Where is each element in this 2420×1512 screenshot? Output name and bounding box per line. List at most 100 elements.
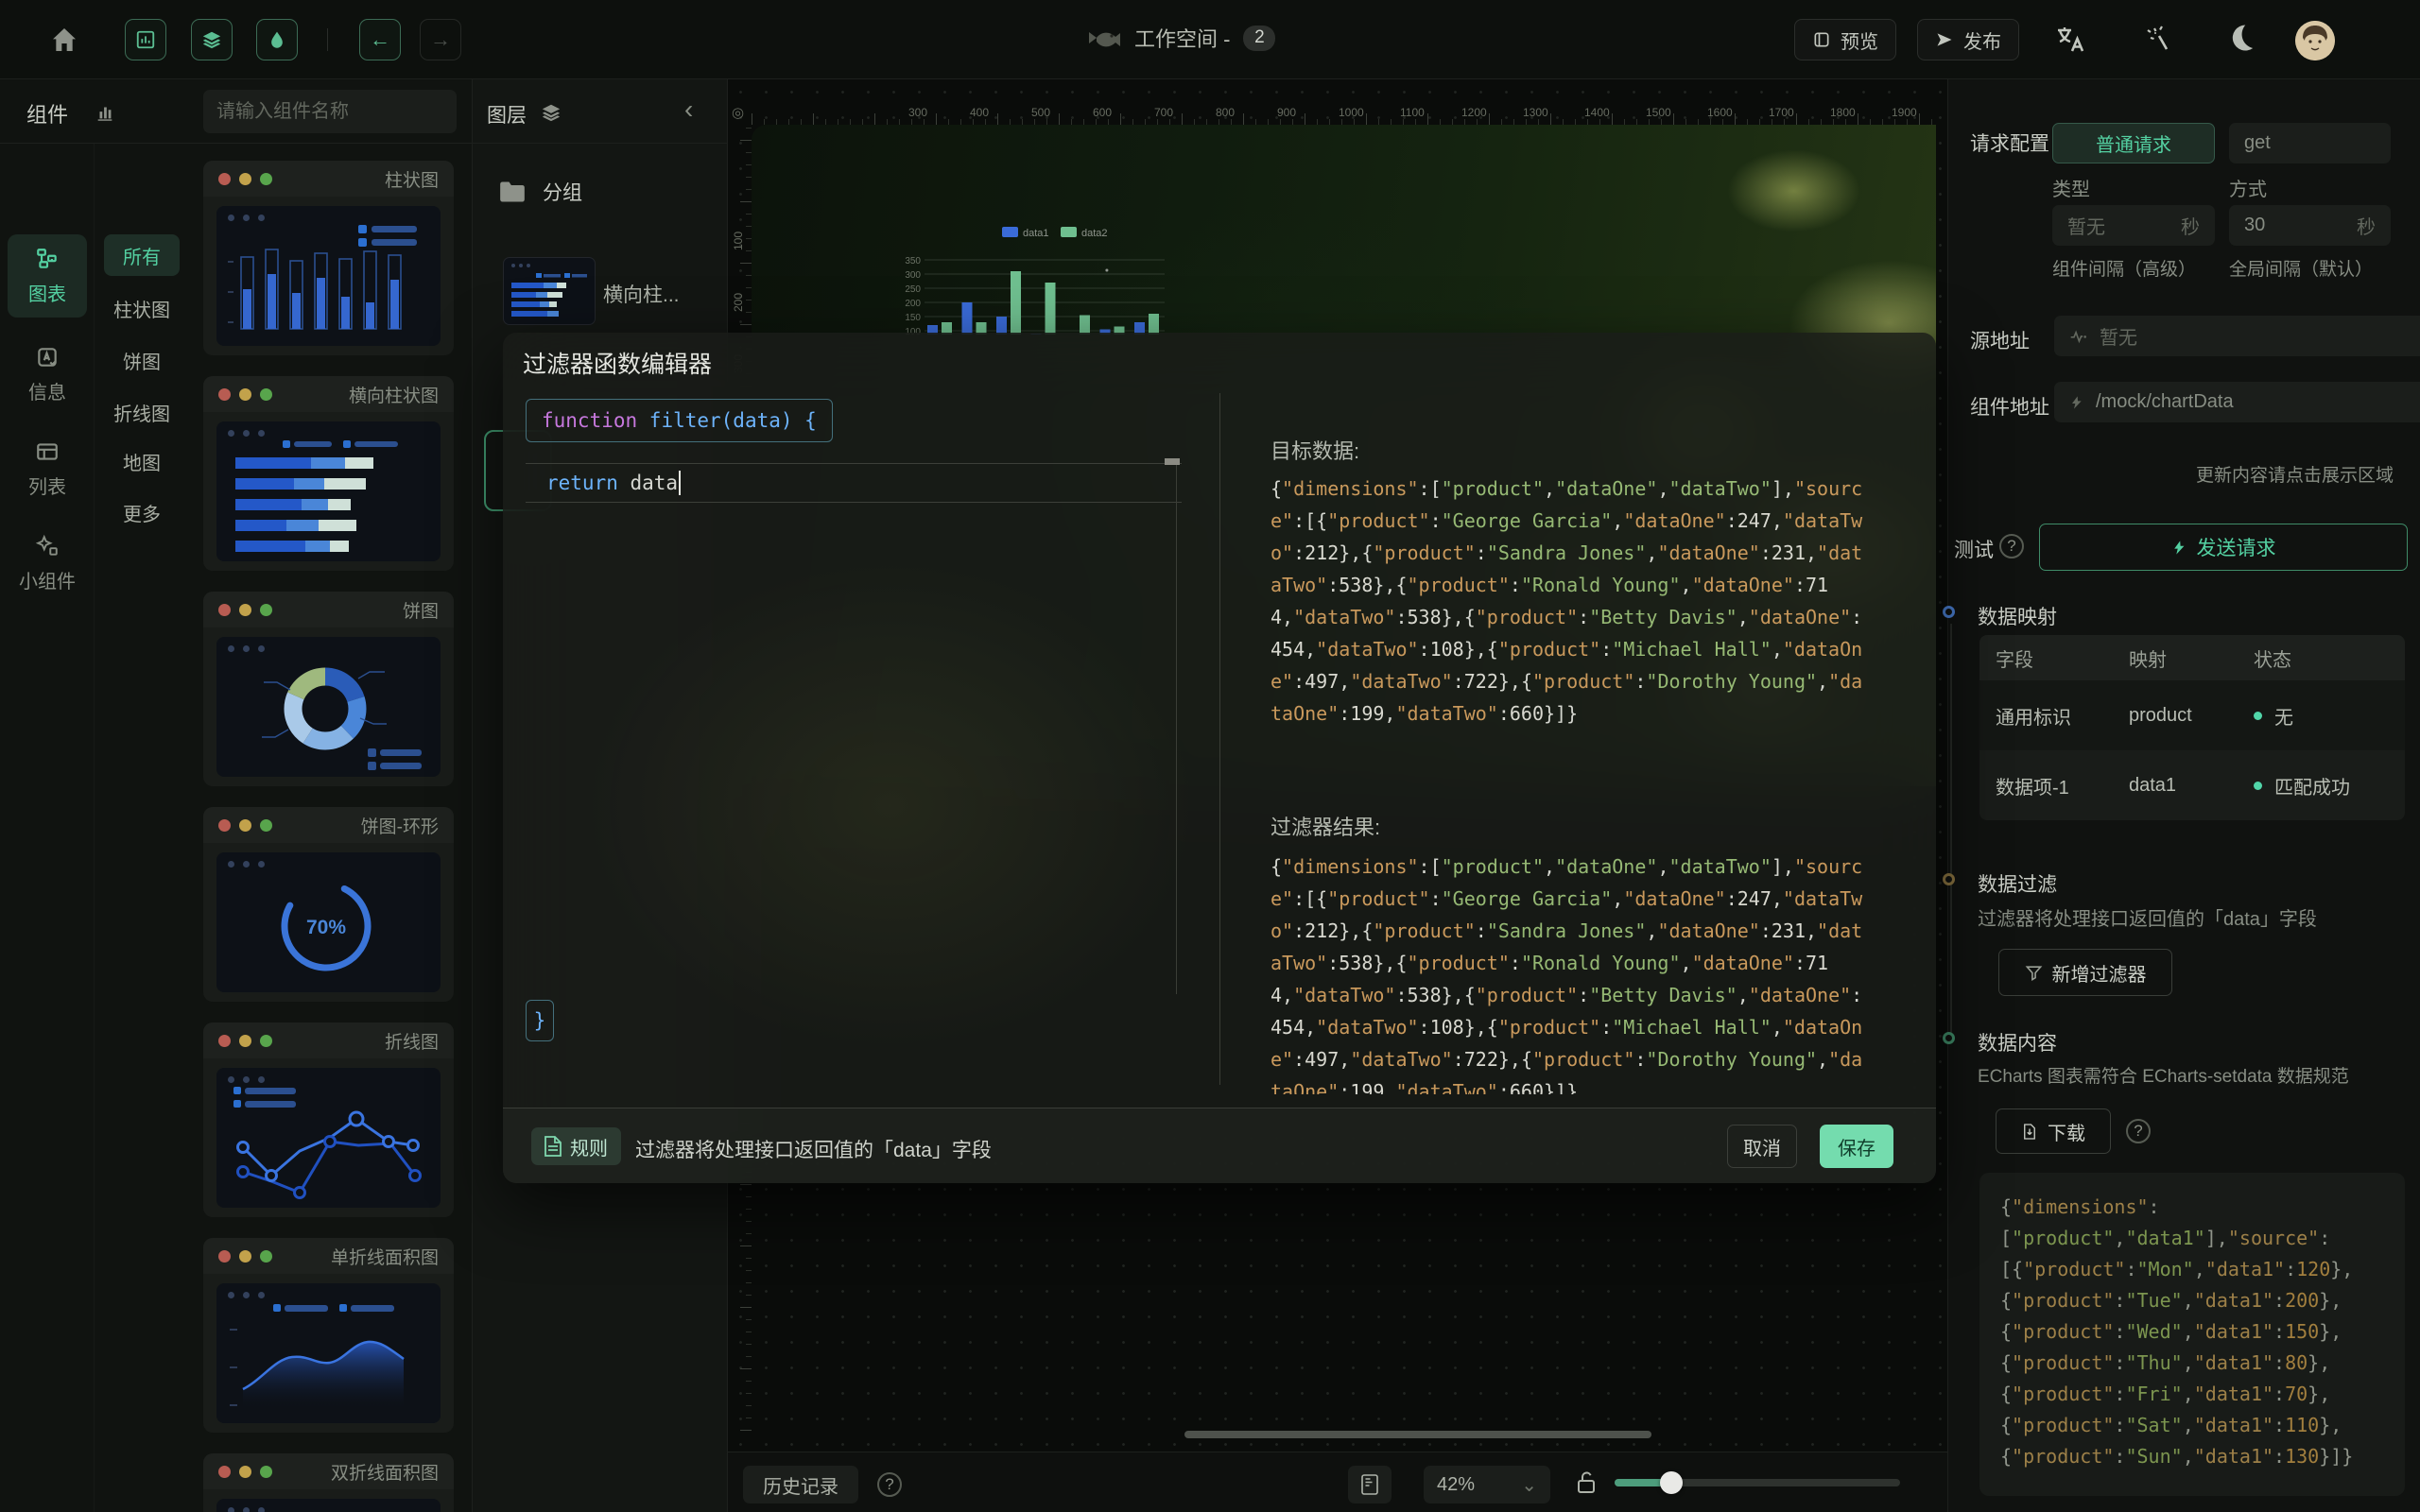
- update-hint: 更新内容请点击展示区域: [2196, 461, 2394, 487]
- request-config-label: 请求配置: [1970, 129, 2049, 157]
- bottom-status-bar: 历史记录 ? 42%⌄: [728, 1452, 1947, 1512]
- mapping-table-header: 字段映射状态: [1979, 635, 2405, 680]
- history-button[interactable]: 历史记录: [743, 1466, 858, 1503]
- category-pie[interactable]: 饼图: [104, 339, 180, 381]
- mapping-table-row[interactable]: 数据项-1data1匹配成功: [1979, 750, 2405, 820]
- component-card-ring[interactable]: 饼图-环形 70%: [203, 807, 454, 1002]
- component-card-line[interactable]: 折线图: [203, 1022, 454, 1217]
- global-interval-input[interactable]: 30秒: [2229, 205, 2391, 246]
- home-icon[interactable]: [49, 25, 79, 55]
- chart-tab-icon: [35, 247, 60, 271]
- zoom-slider[interactable]: [1615, 1479, 1900, 1486]
- category-line[interactable]: 折线图: [104, 391, 180, 433]
- dark-mode-icon[interactable]: [2223, 21, 2257, 55]
- mapping-table: 字段映射状态通用标识product无数据项-1data1匹配成功: [1979, 635, 2405, 820]
- modal-divider: [1219, 393, 1220, 1085]
- publish-button[interactable]: 发布: [1917, 19, 2019, 60]
- source-addr-input[interactable]: 暂无: [2054, 316, 2420, 356]
- toolbar-divider: [327, 28, 328, 51]
- layer-item-thumbnail[interactable]: [503, 257, 596, 325]
- cancel-button[interactable]: 取消: [1727, 1125, 1797, 1168]
- component-card-pie[interactable]: 饼图: [203, 592, 454, 786]
- fish-icon: [1087, 26, 1121, 50]
- category-bar[interactable]: 柱状图: [104, 287, 180, 329]
- collapse-panel-icon[interactable]: ‹: [684, 94, 693, 125]
- footer-hint-text: 过滤器将处理接口返回值的「data」字段: [635, 1135, 992, 1163]
- language-icon[interactable]: [2053, 23, 2087, 57]
- canvas-bar-chart[interactable]: 350300250200150100data1data2: [898, 217, 1276, 335]
- mapping-table-row[interactable]: 通用标识product无: [1979, 680, 2405, 750]
- pulse-icon: [2069, 327, 2088, 346]
- workspace-page-badge[interactable]: 2: [1243, 26, 1275, 51]
- component-card-bar[interactable]: 柱状图: [203, 161, 454, 355]
- category-map[interactable]: 地图: [104, 440, 180, 482]
- zoom-slider-handle[interactable]: [1660, 1471, 1683, 1494]
- filter-node-icon: [1943, 873, 1955, 885]
- code-editor-line[interactable]: return data: [526, 463, 1182, 503]
- tab-widgets[interactable]: 小组件: [8, 522, 87, 605]
- component-card-area[interactable]: 单折线面积图: [203, 1238, 454, 1433]
- category-more[interactable]: 更多: [104, 491, 180, 533]
- target-data-label: 目标数据:: [1270, 435, 1359, 465]
- data-mapping-title: 数据映射: [1978, 602, 2057, 630]
- data-config-panel: 请求配置 普通请求 get 类型 方式 暂无秒 30秒 组件间隔（高级） 全局间…: [1947, 79, 2420, 1512]
- component-search[interactable]: [203, 90, 457, 133]
- folder-icon: [499, 180, 526, 203]
- panel-toggle-button[interactable]: [1348, 1466, 1392, 1503]
- undo-button[interactable]: ←: [359, 19, 401, 60]
- preview-button[interactable]: 预览: [1794, 19, 1896, 60]
- info-tab-icon: [35, 345, 60, 369]
- lightning-icon: [2069, 393, 2084, 412]
- download-button[interactable]: 下载: [1996, 1108, 2111, 1154]
- component-interval-input[interactable]: 暂无秒: [2052, 205, 2215, 246]
- panel-icon: [1360, 1473, 1379, 1496]
- component-card-dual-area[interactable]: 双折线面积图: [203, 1453, 454, 1512]
- global-interval-label: 全局间隔（默认）: [2229, 255, 2373, 281]
- ruler-corner-icon[interactable]: ◎: [732, 104, 744, 121]
- workspace-title: 工作空间 -: [1134, 23, 1230, 53]
- text-cursor: [679, 471, 681, 495]
- magic-wand-icon[interactable]: [2138, 21, 2174, 57]
- top-header: ← → 工作空间 - 2 预览 发布: [0, 0, 2420, 79]
- add-filter-button[interactable]: 新增过滤器: [1998, 949, 2172, 996]
- layer-group-item[interactable]: 分组: [499, 178, 582, 206]
- avatar[interactable]: [2295, 21, 2335, 60]
- bar-chart-icon: [95, 102, 115, 123]
- save-button[interactable]: 保存: [1820, 1125, 1893, 1168]
- editor-scrollbar-track: [1176, 465, 1177, 994]
- editor-scrollbar-thumb[interactable]: [1165, 458, 1180, 465]
- category-all[interactable]: 所有: [104, 234, 180, 276]
- layer-item-label[interactable]: 横向柱...: [603, 280, 680, 308]
- download-icon: [2021, 1122, 2038, 1142]
- request-type-select[interactable]: 普通请求: [2052, 123, 2215, 163]
- type-label: 类型: [2052, 174, 2090, 201]
- filter-result-label: 过滤器结果:: [1270, 811, 1380, 841]
- component-card-hbar[interactable]: 横向柱状图: [203, 376, 454, 571]
- test-help-icon[interactable]: ?: [1999, 534, 2024, 558]
- chevron-down-icon: ⌄: [1521, 1473, 1537, 1497]
- component-addr-input[interactable]: /mock/chartData: [2054, 382, 2420, 422]
- tab-info[interactable]: 信息: [8, 333, 87, 416]
- charts-tool-button[interactable]: [125, 19, 166, 60]
- layers-title: 图层: [487, 100, 527, 129]
- layers-tool-button[interactable]: [191, 19, 233, 60]
- history-help-icon[interactable]: ?: [877, 1472, 902, 1497]
- unlock-icon[interactable]: [1575, 1469, 1598, 1496]
- redo-button[interactable]: →: [420, 19, 461, 60]
- zoom-select[interactable]: 42%⌄: [1424, 1466, 1550, 1503]
- closing-brace-line: }: [526, 1000, 554, 1041]
- theme-tool-button[interactable]: [256, 19, 298, 60]
- svg-text:150: 150: [905, 313, 921, 323]
- download-help-icon[interactable]: ?: [2126, 1119, 2151, 1143]
- tab-charts[interactable]: 图表: [8, 234, 87, 318]
- layer-group-label: 分组: [543, 178, 582, 206]
- send-request-button[interactable]: 发送请求: [2039, 524, 2408, 571]
- sidebar-tab-strip: 图表 信息 列表 小组件: [0, 144, 95, 1512]
- send-icon: [1935, 30, 1954, 49]
- rule-badge: 规则: [531, 1127, 621, 1165]
- svg-text:data1: data1: [1023, 228, 1049, 239]
- tab-list[interactable]: 列表: [8, 427, 87, 510]
- search-input[interactable]: [216, 101, 467, 123]
- request-method-select[interactable]: get: [2229, 123, 2391, 163]
- canvas-horizontal-scrollbar[interactable]: [1184, 1431, 1651, 1438]
